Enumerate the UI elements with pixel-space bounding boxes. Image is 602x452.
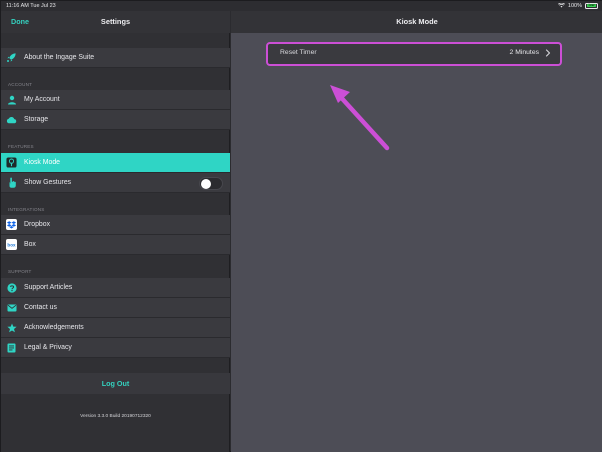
log-out-button[interactable]: Log Out xyxy=(1,373,230,394)
detail-title: Kiosk Mode xyxy=(396,17,438,26)
version-label: Version 3.3.0 Build 20190712320 xyxy=(80,414,151,419)
sidebar-item-contact-us[interactable]: Contact us xyxy=(1,298,230,318)
detail-nav-bar: Kiosk Mode xyxy=(231,11,602,33)
sidebar-item-label: Show Gestures xyxy=(24,179,72,186)
sidebar-item-label: Acknowledgements xyxy=(24,324,84,331)
settings-sidebar: Done Settings About the Ingage Suite ACC… xyxy=(1,11,230,452)
sidebar-item-storage[interactable]: Storage xyxy=(1,110,230,130)
sidebar-item-label: Legal & Privacy xyxy=(24,344,72,351)
sidebar-item-label: About the Ingage Suite xyxy=(24,54,95,61)
sidebar-item-label: Dropbox xyxy=(24,221,51,228)
chevron-right-icon xyxy=(545,49,551,57)
sidebar-item-label: Storage xyxy=(24,116,49,123)
sidebar-item-box[interactable]: box Box xyxy=(1,235,230,255)
sidebar-item-kiosk-mode[interactable]: Kiosk Mode xyxy=(1,153,230,173)
show-gestures-toggle[interactable] xyxy=(199,177,223,190)
envelope-icon xyxy=(6,302,17,313)
reset-timer-label: Reset Timer xyxy=(280,49,317,56)
star-icon xyxy=(6,322,17,333)
cloud-icon xyxy=(6,114,17,125)
sidebar-item-show-gestures: Show Gestures xyxy=(1,173,230,193)
sidebar-item-about[interactable]: About the Ingage Suite xyxy=(1,48,230,68)
sidebar-title: Settings xyxy=(100,17,131,26)
sidebar-item-label: Support Articles xyxy=(24,284,73,291)
wifi-icon xyxy=(557,3,565,8)
kiosk-mode-detail: Kiosk Mode Reset Timer 2 Minutes xyxy=(231,11,602,452)
sidebar-item-label: Box xyxy=(24,241,36,248)
sidebar-item-support-articles[interactable]: Support Articles xyxy=(1,278,230,298)
battery-icon: low xyxy=(585,2,598,9)
help-icon xyxy=(6,282,17,293)
box-logo-icon: box xyxy=(6,239,17,250)
hand-pointer-icon xyxy=(6,177,17,188)
section-header-integrations: INTEGRATIONS xyxy=(8,207,45,212)
rocket-icon xyxy=(6,52,17,63)
annotation-arrow-icon xyxy=(330,85,390,151)
reset-timer-row[interactable]: Reset Timer 2 Minutes xyxy=(266,42,562,66)
ipad-screen: 11:16 AM Tue Jul 23 100% low Done Settin… xyxy=(0,0,602,452)
sidebar-item-label: Contact us xyxy=(24,304,57,311)
sidebar-item-label: My Account xyxy=(24,96,60,103)
sidebar-nav-bar: Done Settings xyxy=(1,11,230,33)
section-header-features: FEATURES xyxy=(8,144,34,149)
battery-badge: low xyxy=(586,3,597,8)
sidebar-item-acknowledgements[interactable]: Acknowledgements xyxy=(1,318,230,338)
section-header-support: SUPPORT xyxy=(8,269,32,274)
sidebar-item-my-account[interactable]: My Account xyxy=(1,90,230,110)
section-header-account: ACCOUNT xyxy=(8,82,33,87)
kiosk-icon xyxy=(6,157,17,168)
document-icon xyxy=(6,342,17,353)
sidebar-item-legal-privacy[interactable]: Legal & Privacy xyxy=(1,338,230,358)
battery-percent: 100% xyxy=(567,2,582,9)
dropbox-icon xyxy=(6,219,17,230)
status-bar: 11:16 AM Tue Jul 23 100% low xyxy=(1,1,602,11)
person-icon xyxy=(6,94,17,105)
svg-text:box: box xyxy=(7,242,16,247)
reset-timer-value: 2 Minutes xyxy=(509,49,539,56)
sidebar-item-label: Kiosk Mode xyxy=(24,159,61,166)
sidebar-item-dropbox[interactable]: Dropbox xyxy=(1,215,230,235)
toggle-knob xyxy=(201,179,211,189)
status-time: 11:16 AM Tue Jul 23 xyxy=(6,3,56,9)
status-right: 100% low xyxy=(557,2,598,9)
